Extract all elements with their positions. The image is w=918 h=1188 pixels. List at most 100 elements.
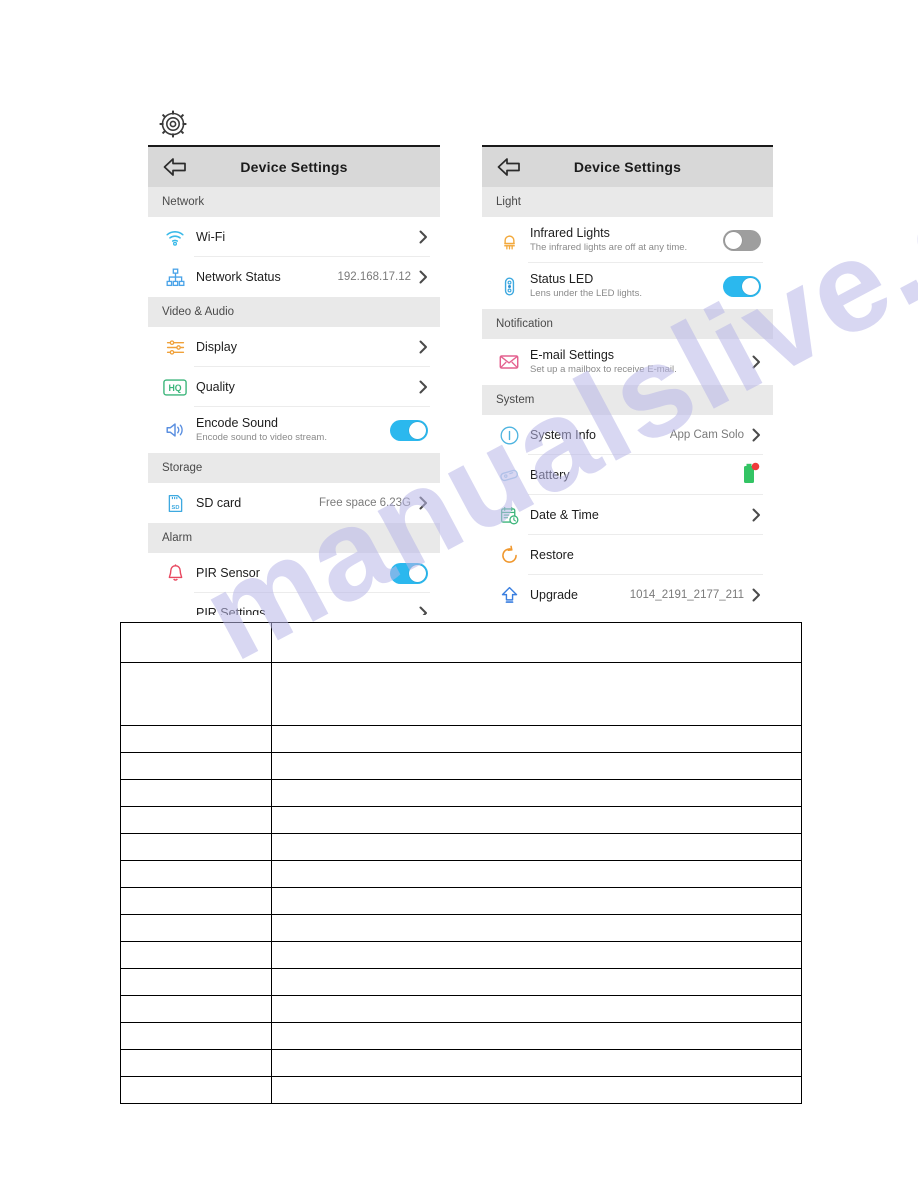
- row-display[interactable]: Display: [148, 327, 440, 367]
- row-text: Display: [196, 340, 419, 355]
- section-header-system: System: [482, 385, 773, 415]
- row-text: Upgrade: [530, 588, 630, 603]
- calendar-clock-icon: [496, 502, 522, 528]
- row-text: E-mail Settings Set up a mailbox to rece…: [530, 348, 752, 376]
- row-restore[interactable]: Restore: [482, 535, 773, 575]
- chevron-right-icon: [752, 428, 761, 442]
- table-row: [120, 968, 803, 996]
- row-pir-sensor[interactable]: PIR Sensor: [148, 553, 440, 593]
- svg-text:HQ: HQ: [168, 383, 181, 393]
- table-cell: [270, 887, 803, 915]
- table-cell: [120, 941, 272, 969]
- chevron-right-icon: [752, 355, 761, 369]
- back-arrow-icon[interactable]: [496, 157, 520, 177]
- chevron-right-icon: [419, 270, 428, 284]
- svg-text:SD: SD: [171, 504, 179, 510]
- row-upgrade[interactable]: Upgrade 1014_2191_2177_211: [482, 575, 773, 615]
- row-label: Quality: [196, 379, 235, 394]
- section-header-network: Network: [148, 187, 440, 217]
- row-label: Infrared Lights: [530, 226, 610, 240]
- row-battery[interactable]: Battery: [482, 455, 773, 495]
- infrared-led-icon: [496, 227, 522, 253]
- bell-icon: [162, 560, 188, 586]
- table-cell: [120, 725, 272, 753]
- back-arrow-icon[interactable]: [162, 157, 186, 177]
- table-row: [120, 806, 803, 834]
- row-text: Battery: [530, 468, 739, 483]
- table-cell: [120, 806, 272, 834]
- section-header-video-audio: Video & Audio: [148, 297, 440, 327]
- row-text: Restore: [530, 548, 761, 563]
- row-value: App Cam Solo: [669, 429, 744, 441]
- toggle-knob: [742, 277, 759, 295]
- table-row: [120, 1022, 803, 1050]
- table-cell: [270, 995, 803, 1023]
- row-label: System Info: [530, 427, 596, 442]
- display-sliders-icon: [162, 334, 188, 360]
- table-cell: [270, 662, 803, 726]
- table-row: [120, 914, 803, 942]
- table-row: [120, 941, 803, 969]
- row-text: Date & Time: [530, 508, 752, 523]
- row-label: Upgrade: [530, 587, 578, 602]
- table-cell: [270, 968, 803, 996]
- table-cell: [120, 662, 272, 726]
- table-cell: [120, 968, 272, 996]
- chevron-right-icon: [419, 606, 428, 615]
- info-icon: [496, 422, 522, 448]
- row-encode-sound[interactable]: Encode Sound Encode sound to video strea…: [148, 407, 440, 453]
- row-sd-card[interactable]: SD SD card Free space 6.23G: [148, 483, 440, 523]
- row-label: Network Status: [196, 269, 281, 284]
- page-title-left: Device Settings: [240, 159, 348, 175]
- pir-sensor-toggle[interactable]: [390, 562, 428, 584]
- table-cell: [120, 1022, 272, 1050]
- chevron-right-icon: [752, 588, 761, 602]
- status-led-toggle[interactable]: [723, 275, 761, 297]
- table-row: [120, 1076, 803, 1104]
- speaker-icon: [162, 417, 188, 443]
- device-settings-panel-right: Device Settings Light Infrared Lights Th…: [482, 145, 773, 615]
- table-cell: [120, 752, 272, 780]
- blank-specification-table: [120, 622, 803, 1104]
- table-cell: [270, 725, 803, 753]
- table-row: [120, 887, 803, 915]
- nav-bar-left: Device Settings: [148, 147, 440, 187]
- section-header-alarm: Alarm: [148, 523, 440, 553]
- table-cell: [120, 1049, 272, 1077]
- row-system-info[interactable]: System Info App Cam Solo: [482, 415, 773, 455]
- row-infrared-lights[interactable]: Infrared Lights The infrared lights are …: [482, 217, 773, 263]
- section-header-light: Light: [482, 187, 773, 217]
- page-title-right: Device Settings: [573, 159, 682, 175]
- table-row: [120, 779, 803, 807]
- row-email-settings[interactable]: E-mail Settings Set up a mailbox to rece…: [482, 339, 773, 385]
- envelope-icon: [496, 349, 522, 375]
- table-cell: [120, 914, 272, 942]
- row-quality[interactable]: HQ Quality: [148, 367, 440, 407]
- row-text: System Info: [530, 428, 670, 443]
- chevron-right-icon: [419, 340, 428, 354]
- table-cell: [270, 914, 803, 942]
- row-text: Encode Sound Encode sound to video strea…: [196, 416, 390, 444]
- table-cell: [270, 941, 803, 969]
- table-cell: [270, 752, 803, 780]
- table-row: [120, 995, 803, 1023]
- chevron-right-icon: [752, 508, 761, 522]
- section-header-notification: Notification: [482, 309, 773, 339]
- table-cell: [120, 622, 272, 663]
- row-status-led[interactable]: Status LED Lens under the LED lights.: [482, 263, 773, 309]
- row-text: Infrared Lights The infrared lights are …: [530, 226, 723, 254]
- row-wifi[interactable]: Wi-Fi: [148, 217, 440, 257]
- row-date-time[interactable]: Date & Time: [482, 495, 773, 535]
- row-pir-settings[interactable]: PIR Settings: [148, 593, 440, 615]
- table-cell: [120, 860, 272, 888]
- row-network-status[interactable]: Network Status 192.168.17.12: [148, 257, 440, 297]
- blank-table-body: [120, 622, 803, 1104]
- encode-sound-toggle[interactable]: [390, 419, 428, 441]
- row-label: Display: [196, 339, 237, 354]
- table-row: [120, 622, 803, 663]
- infrared-lights-toggle[interactable]: [723, 229, 761, 251]
- restore-icon: [496, 542, 522, 568]
- toggle-knob: [725, 231, 742, 249]
- toggle-knob: [409, 564, 426, 582]
- row-label: Encode Sound: [196, 416, 279, 430]
